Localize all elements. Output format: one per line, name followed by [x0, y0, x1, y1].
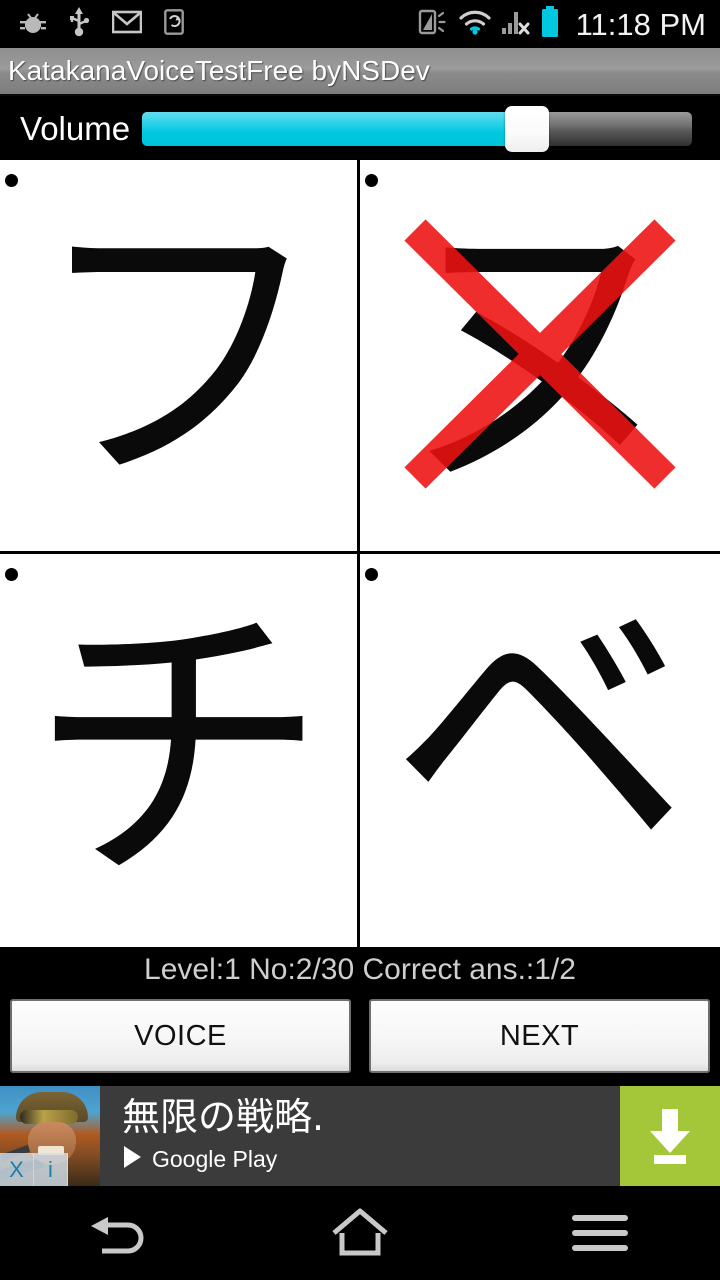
nav-home-button[interactable] — [240, 1186, 480, 1280]
cell-marker-dot — [5, 567, 18, 581]
android-debug-icon — [20, 8, 46, 41]
download-icon — [650, 1109, 690, 1164]
vibrate-icon — [418, 7, 448, 42]
ad-store-label: Google Play — [152, 1146, 278, 1173]
status-bar-clock: 11:18 PM — [575, 6, 706, 42]
menu-icon — [572, 1215, 628, 1251]
volume-row: Volume — [0, 98, 720, 160]
nav-menu-button[interactable] — [480, 1186, 720, 1280]
ad-badge-group: X i — [0, 1153, 68, 1186]
status-bar-right-icons: 11:18 PM — [418, 5, 706, 43]
ad-info-icon[interactable]: i — [34, 1153, 68, 1186]
status-bar-left-icons — [20, 6, 184, 42]
katakana-glyph: ベ — [390, 560, 690, 910]
ad-store-row: Google Play — [122, 1145, 620, 1174]
katakana-choice-cell-3[interactable]: チ — [0, 553, 360, 947]
ad-headline: 無限の戦略. — [122, 1094, 325, 1139]
katakana-glyph: チ — [28, 575, 329, 925]
screen-rotation-icon — [164, 8, 184, 40]
ad-install-button[interactable] — [620, 1086, 720, 1186]
katakana-choice-cell-4[interactable]: ベ — [360, 553, 720, 947]
volume-slider-thumb[interactable] — [505, 106, 550, 152]
status-bar: 11:18 PM — [0, 0, 720, 48]
phone-screen: 11:18 PM KatakanaVoiceTestFree byNSDev V… — [0, 0, 720, 1280]
app-title: KatakanaVoiceTestFree byNSDev — [8, 55, 430, 86]
katakana-glyph: ヌ — [390, 180, 690, 530]
volume-label: Volume — [20, 110, 131, 147]
katakana-choice-cell-1[interactable]: フ — [0, 160, 360, 554]
ad-thumbnail-image: X i — [0, 1086, 100, 1186]
usb-icon — [68, 6, 90, 42]
action-button-row: VOICE NEXT — [0, 992, 720, 1080]
volume-slider[interactable] — [142, 106, 692, 152]
volume-slider-fill — [142, 112, 528, 146]
wifi-icon — [458, 9, 492, 40]
cell-marker-dot — [5, 174, 18, 187]
quiz-status-text: Level:1 No:2/30 Correct ans.:1/2 — [0, 947, 720, 992]
ad-close-icon[interactable]: X — [0, 1153, 34, 1186]
katakana-choice-cell-2[interactable]: ヌ — [360, 160, 720, 554]
google-play-icon — [122, 1145, 144, 1174]
app-title-bar: KatakanaVoiceTestFree byNSDev — [0, 48, 720, 96]
system-navigation-bar — [0, 1186, 720, 1280]
ad-banner[interactable]: X i 無限の戦略. Google Play — [0, 1086, 720, 1186]
katakana-choice-grid: フ ヌ チ ベ — [0, 160, 720, 947]
ad-text-block: 無限の戦略. Google Play — [100, 1086, 620, 1186]
katakana-glyph: フ — [28, 180, 329, 530]
cell-marker-dot — [365, 174, 378, 187]
home-icon — [332, 1208, 388, 1256]
battery-icon — [540, 5, 560, 43]
nav-back-button[interactable] — [0, 1186, 240, 1280]
next-button[interactable]: NEXT — [369, 999, 710, 1073]
voice-button[interactable]: VOICE — [10, 999, 351, 1073]
signal-off-icon — [501, 8, 530, 41]
cell-marker-dot — [365, 567, 378, 581]
back-icon — [91, 1217, 144, 1254]
gmail-icon — [111, 10, 143, 39]
